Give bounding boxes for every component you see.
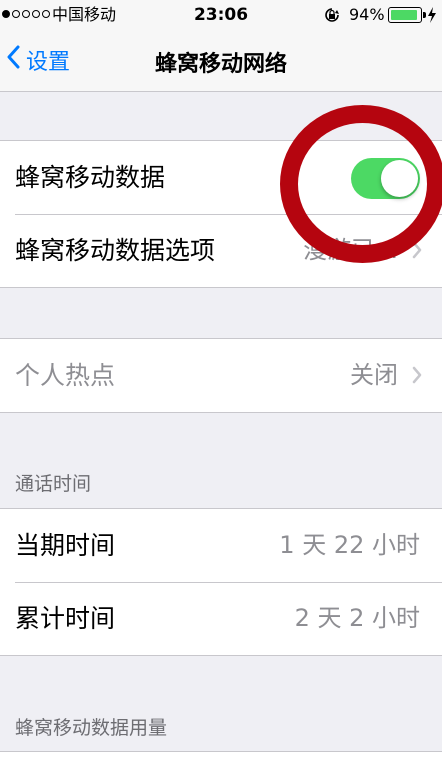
chevron-right-icon (412, 241, 422, 263)
current-period-value: 1 天 22 小时 (279, 531, 420, 559)
lifetime-value: 2 天 2 小时 (294, 604, 420, 632)
lifetime-label: 累计时间 (15, 604, 116, 633)
battery-icon (388, 7, 426, 23)
chevron-right-icon (412, 366, 422, 388)
current-period-label: 当期时间 (15, 531, 116, 560)
usage-group (0, 751, 442, 776)
hotspot-value: 关闭 (350, 361, 398, 389)
cellular-options-label: 蜂窝移动数据选项 (15, 236, 216, 265)
rotation-lock-icon (323, 7, 341, 27)
charging-bolt-icon (427, 7, 437, 27)
page-title: 蜂窝移动网络 (154, 52, 287, 77)
cellular-data-row: 蜂窝移动数据 (0, 141, 442, 214)
personal-hotspot-row[interactable]: 个人热点 关闭 (0, 339, 442, 412)
cellular-data-label: 蜂窝移动数据 (15, 163, 166, 192)
cellular-data-toggle[interactable] (351, 158, 420, 199)
current-period-row: 当期时间 1 天 22 小时 (0, 509, 442, 582)
call-time-group: 当期时间 1 天 22 小时 累计时间 2 天 2 小时 (0, 508, 442, 656)
hotspot-label: 个人热点 (15, 361, 116, 390)
cellular-options-value: 漫游已... (303, 236, 398, 264)
cellular-data-options-row[interactable]: 蜂窝移动数据选项 漫游已... (0, 214, 442, 287)
navigation-bar: 设置 蜂窝移动网络 (0, 30, 442, 92)
lifetime-row: 累计时间 2 天 2 小时 (0, 582, 442, 655)
toggle-knob (381, 160, 418, 197)
hotspot-group: 个人热点 关闭 (0, 338, 442, 413)
call-time-header: 通话时间 (15, 473, 92, 495)
cellular-usage-header: 蜂窝移动数据用量 (15, 717, 168, 739)
status-bar: 中国移动 23:06 94% (0, 0, 442, 30)
cellular-group: 蜂窝移动数据 蜂窝移动数据选项 漫游已... (0, 140, 442, 288)
battery-percent: 94% (349, 5, 385, 24)
